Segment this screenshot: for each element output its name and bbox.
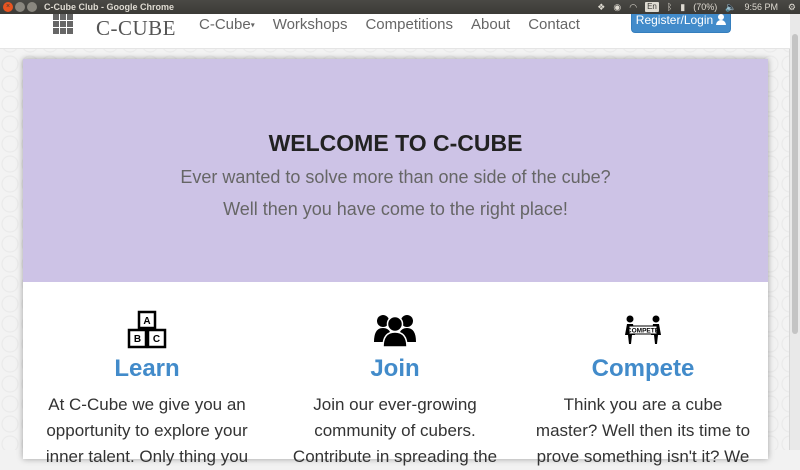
svg-text:C: C	[153, 334, 160, 345]
feature-join: Join Join our ever-growing community of …	[271, 310, 519, 470]
register-login-button[interactable]: Register/Login	[631, 14, 731, 33]
bluetooth-icon[interactable]: ᛒ	[667, 0, 672, 14]
window-title: C-Cube Club - Google Chrome	[44, 2, 174, 12]
nav-competitions[interactable]: Competitions	[365, 16, 453, 33]
nav-workshops[interactable]: Workshops	[273, 16, 348, 33]
feature-compete-text: Think you are a cube master? Well then i…	[535, 395, 751, 466]
vertical-scrollbar[interactable]	[789, 14, 800, 450]
scrollbar-thumb[interactable]	[792, 34, 798, 334]
content-card: WELCOME TO C-CUBE Ever wanted to solve m…	[23, 59, 768, 466]
keyboard-language-indicator[interactable]: En	[645, 2, 659, 12]
feature-join-text: Join our ever-growing community of cuber…	[292, 395, 498, 466]
minimize-window-button[interactable]	[15, 2, 25, 12]
menu-grid-icon[interactable]	[53, 14, 73, 34]
user-icon	[716, 14, 727, 25]
nav-about[interactable]: About	[471, 16, 510, 33]
site-navbar: C-CUBE C-Cube▾ Workshops Competitions Ab…	[0, 14, 790, 49]
feature-learn-text: At C-Cube we give you an opportunity to …	[45, 395, 249, 466]
features-section: A B C Learn At C-Cube we give you an opp…	[23, 282, 768, 466]
compete-icon: COMPETE	[519, 310, 767, 350]
dropbox-icon[interactable]: ❖	[597, 0, 605, 14]
os-top-bar: × C-Cube Club - Google Chrome ❖ ◉ ◠ En ᛒ…	[0, 0, 800, 14]
nav-ccube-dropdown[interactable]: C-Cube▾	[199, 16, 255, 33]
welcome-subtitle-2: Well then you have come to the right pla…	[223, 199, 568, 219]
feature-learn-title: Learn	[114, 355, 180, 382]
feature-compete-title: Compete	[591, 355, 695, 382]
feature-learn: A B C Learn At C-Cube we give you an opp…	[23, 310, 271, 470]
chrome-icon[interactable]: ◉	[613, 0, 621, 14]
compete-icon-label: COMPETE	[627, 328, 660, 335]
welcome-jumbotron: WELCOME TO C-CUBE Ever wanted to solve m…	[23, 59, 768, 282]
feature-join-title: Join	[370, 355, 420, 382]
battery-icon[interactable]: ▮	[680, 0, 685, 14]
maximize-window-button[interactable]	[27, 2, 37, 12]
volume-icon[interactable]: 🔈	[725, 0, 736, 14]
wifi-icon[interactable]: ◠	[629, 0, 637, 14]
svg-text:A: A	[143, 316, 150, 327]
abc-blocks-icon: A B C	[23, 310, 271, 350]
feature-compete: COMPETE Compete Think you are a cube mas…	[519, 310, 767, 470]
group-icon	[271, 310, 519, 350]
welcome-subtitle-1: Ever wanted to solve more than one side …	[180, 167, 611, 187]
gear-icon[interactable]: ⚙	[788, 0, 796, 14]
clock[interactable]: 9:56 PM	[744, 0, 778, 14]
window-controls: ×	[3, 2, 37, 12]
close-window-button[interactable]: ×	[3, 2, 13, 12]
brand-logo[interactable]: C-CUBE	[96, 16, 176, 41]
nav-links: C-Cube▾ Workshops Competitions About Con…	[199, 16, 580, 33]
battery-percentage: (70%)	[693, 2, 718, 12]
nav-contact[interactable]: Contact	[528, 16, 580, 33]
svg-text:B: B	[134, 334, 141, 345]
system-tray: ❖ ◉ ◠ En ᛒ ▮ (70%) 🔈 9:56 PM ⚙	[597, 0, 800, 14]
caret-down-icon: ▾	[250, 20, 255, 30]
register-login-label: Register/Login	[635, 13, 714, 27]
welcome-title: WELCOME TO C-CUBE	[268, 130, 523, 156]
